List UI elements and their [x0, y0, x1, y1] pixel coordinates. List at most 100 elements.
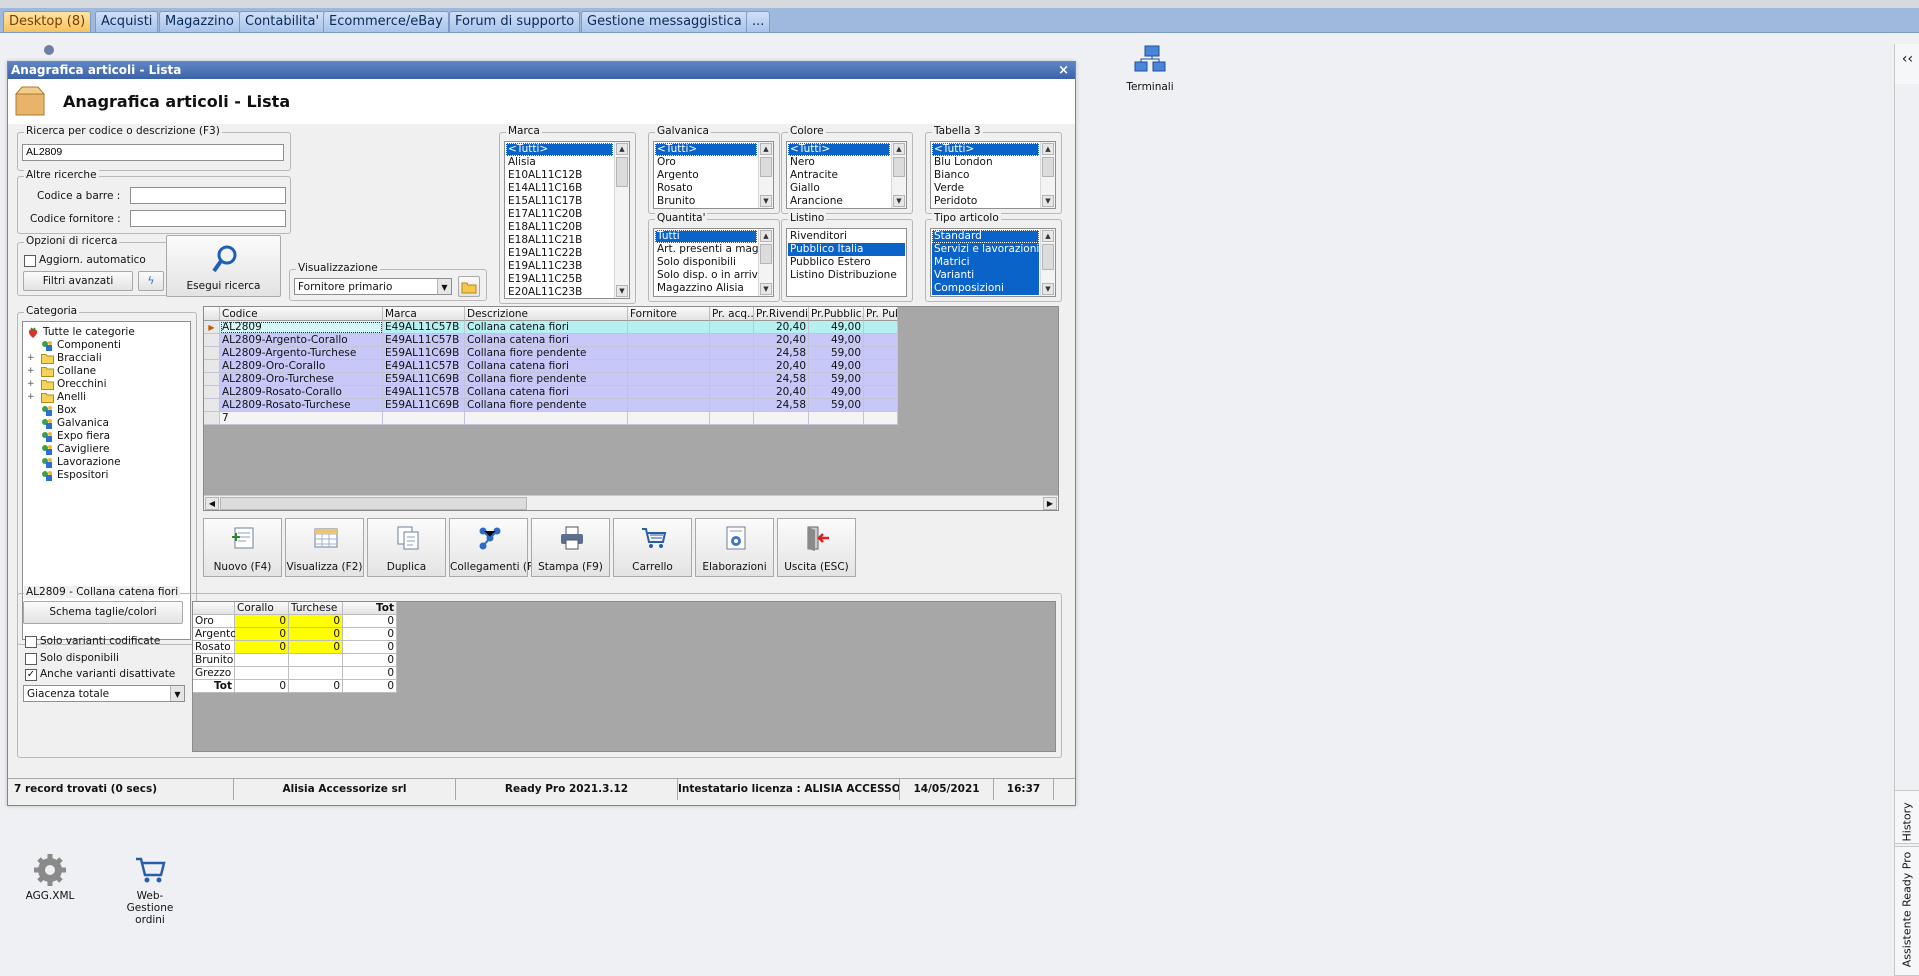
table-cell[interactable]: [710, 360, 754, 373]
list-item[interactable]: <Tutti>: [788, 143, 890, 156]
table-cell[interactable]: Collana catena fiori: [465, 334, 628, 347]
table-cell[interactable]: Collana fiore pendente: [465, 373, 628, 386]
table-cell[interactable]: [864, 347, 898, 360]
row-indicator[interactable]: [204, 373, 220, 386]
list-item[interactable]: Standard: [932, 230, 1039, 243]
table-cell[interactable]: AL2809-Argento-Corallo: [220, 334, 383, 347]
scroll-up-icon[interactable]: ▲: [1042, 143, 1054, 155]
list-item[interactable]: Servizi e lavorazioni: [932, 243, 1039, 256]
list-item[interactable]: <Tutti>: [506, 143, 613, 156]
stock-select[interactable]: Giacenza totale ▼: [23, 685, 185, 702]
table-cell[interactable]: [864, 399, 898, 412]
scroll-up-icon[interactable]: ▲: [760, 143, 772, 155]
table-cell[interactable]: [710, 347, 754, 360]
list-item[interactable]: E18AL11C21B: [506, 234, 613, 247]
column-header[interactable]: Descrizione: [465, 307, 628, 321]
view-button[interactable]: Visualizza (F2): [285, 518, 364, 577]
table-cell[interactable]: E59AL11C69B: [383, 373, 465, 386]
colore-listbox[interactable]: <Tutti> Nero Antracite Giallo Arancione ▲ ▼: [786, 141, 907, 209]
table-row[interactable]: AL2809-Rosato-Corallo E49AL11C57B Collana …: [204, 386, 1058, 399]
scroll-up-icon[interactable]: ▲: [1042, 230, 1054, 242]
scroll-down-icon[interactable]: ▼: [1042, 195, 1054, 207]
list-item[interactable]: Rivenditori: [788, 230, 905, 243]
table-cell[interactable]: Collana fiore pendente: [465, 347, 628, 360]
table-cell[interactable]: [864, 321, 898, 334]
supplier-code-input[interactable]: [130, 210, 286, 227]
scroll-left-icon[interactable]: ◀: [205, 497, 219, 510]
list-item[interactable]: Giallo: [788, 182, 890, 195]
table-cell[interactable]: [864, 334, 898, 347]
table-cell[interactable]: E49AL11C57B: [383, 334, 465, 347]
list-item[interactable]: E19AL11C25B: [506, 273, 613, 286]
row-indicator[interactable]: ▶: [204, 321, 220, 334]
tab-messaggistica[interactable]: Gestione messaggistica: [581, 11, 748, 32]
search-input[interactable]: [22, 144, 284, 161]
table-cell[interactable]: [710, 321, 754, 334]
table-row[interactable]: AL2809-Argento-Corallo E49AL11C57B Collana…: [204, 334, 1058, 347]
row-indicator[interactable]: [204, 347, 220, 360]
tab-history[interactable]: History: [1894, 790, 1919, 844]
table-cell[interactable]: 49,00: [809, 386, 864, 399]
scroll-down-icon[interactable]: ▼: [893, 195, 905, 207]
table-cell[interactable]: E59AL11C69B: [383, 347, 465, 360]
scroll-thumb[interactable]: [1042, 244, 1054, 270]
chevron-down-icon[interactable]: ▼: [170, 686, 184, 701]
tipo-articolo-scrollbar[interactable]: ▲ ▼: [1040, 229, 1055, 296]
list-item[interactable]: Blu London: [932, 156, 1039, 169]
variants-cell[interactable]: 0: [289, 628, 343, 641]
marca-scrollbar[interactable]: ▲ ▼: [614, 142, 629, 298]
list-item[interactable]: Peridoto: [932, 195, 1039, 208]
table-cell[interactable]: [628, 347, 710, 360]
table-cell[interactable]: AL2809-Rosato-Turchese: [220, 399, 383, 412]
advanced-filters-button[interactable]: Filtri avanzati: [23, 271, 133, 291]
list-item[interactable]: E10AL11C12B: [506, 169, 613, 182]
list-item[interactable]: E19AL11C23B: [506, 260, 613, 273]
only-available-checkbox[interactable]: [25, 653, 37, 665]
list-item[interactable]: Matrici: [932, 256, 1039, 269]
list-item[interactable]: Tutti: [655, 230, 757, 243]
column-header[interactable]: Codice: [220, 307, 383, 321]
scroll-down-icon[interactable]: ▼: [1042, 283, 1054, 295]
table-cell[interactable]: AL2809-Oro-Turchese: [220, 373, 383, 386]
list-item[interactable]: Composizioni: [932, 282, 1039, 295]
row-indicator[interactable]: [204, 334, 220, 347]
variants-cell[interactable]: 0: [235, 641, 289, 654]
scroll-down-icon[interactable]: ▼: [616, 285, 628, 297]
list-item[interactable]: E14AL11C16B: [506, 182, 613, 195]
desktop-shortcut-agg-xml[interactable]: AGG.XML: [22, 853, 78, 902]
grid-horizontal-scrollbar[interactable]: ◀ ▶: [204, 495, 1058, 510]
scroll-thumb[interactable]: [760, 244, 772, 264]
tab-magazzino[interactable]: Magazzino: [159, 11, 240, 32]
list-item[interactable]: Pubblico Italia: [788, 243, 905, 256]
list-item[interactable]: Nero: [788, 156, 890, 169]
quantita-listbox[interactable]: TuttiArt. presenti a magazzinoSolo dispo…: [653, 228, 774, 297]
table-cell[interactable]: 20,40: [754, 386, 809, 399]
table-cell[interactable]: [628, 399, 710, 412]
column-header[interactable]: Fornitore: [628, 307, 710, 321]
table-cell[interactable]: 24,58: [754, 347, 809, 360]
expand-icon[interactable]: +: [27, 391, 35, 404]
table-row[interactable]: AL2809-Oro-Turchese E59AL11C69B Collana fi…: [204, 373, 1058, 386]
list-item[interactable]: E15AL11C17B: [506, 195, 613, 208]
table-cell[interactable]: 49,00: [809, 360, 864, 373]
list-item[interactable]: Solo disp. o in arrivo: [655, 269, 764, 282]
table-cell[interactable]: [710, 399, 754, 412]
list-item[interactable]: E19AL11C22B: [506, 247, 613, 260]
scroll-thumb[interactable]: [616, 157, 628, 187]
tabella3-scrollbar[interactable]: ▲ ▼: [1040, 142, 1055, 208]
tab-assistant[interactable]: Assistente Ready Pro: [1894, 846, 1919, 976]
list-item[interactable]: E18AL11C20B: [506, 221, 613, 234]
table-cell[interactable]: Collana fiore pendente: [465, 399, 628, 412]
table-cell[interactable]: 59,00: [809, 399, 864, 412]
table-cell[interactable]: [864, 360, 898, 373]
list-item[interactable]: E20AL11C23B: [506, 286, 613, 298]
also-disabled-checkbox[interactable]: ✓: [25, 669, 37, 681]
table-cell[interactable]: [628, 334, 710, 347]
expand-icon[interactable]: +: [27, 365, 35, 378]
row-indicator[interactable]: [204, 399, 220, 412]
side-panel-toggle[interactable]: ‹‹: [1894, 44, 1919, 84]
table-cell[interactable]: [710, 373, 754, 386]
listino-listbox[interactable]: Rivenditori Pubblico Italia Pubblico Ester…: [786, 228, 907, 297]
table-cell[interactable]: E49AL11C57B: [383, 386, 465, 399]
articles-grid[interactable]: Codice Marca Descrizione Fornitore Pr. acq..…: [203, 306, 1059, 511]
